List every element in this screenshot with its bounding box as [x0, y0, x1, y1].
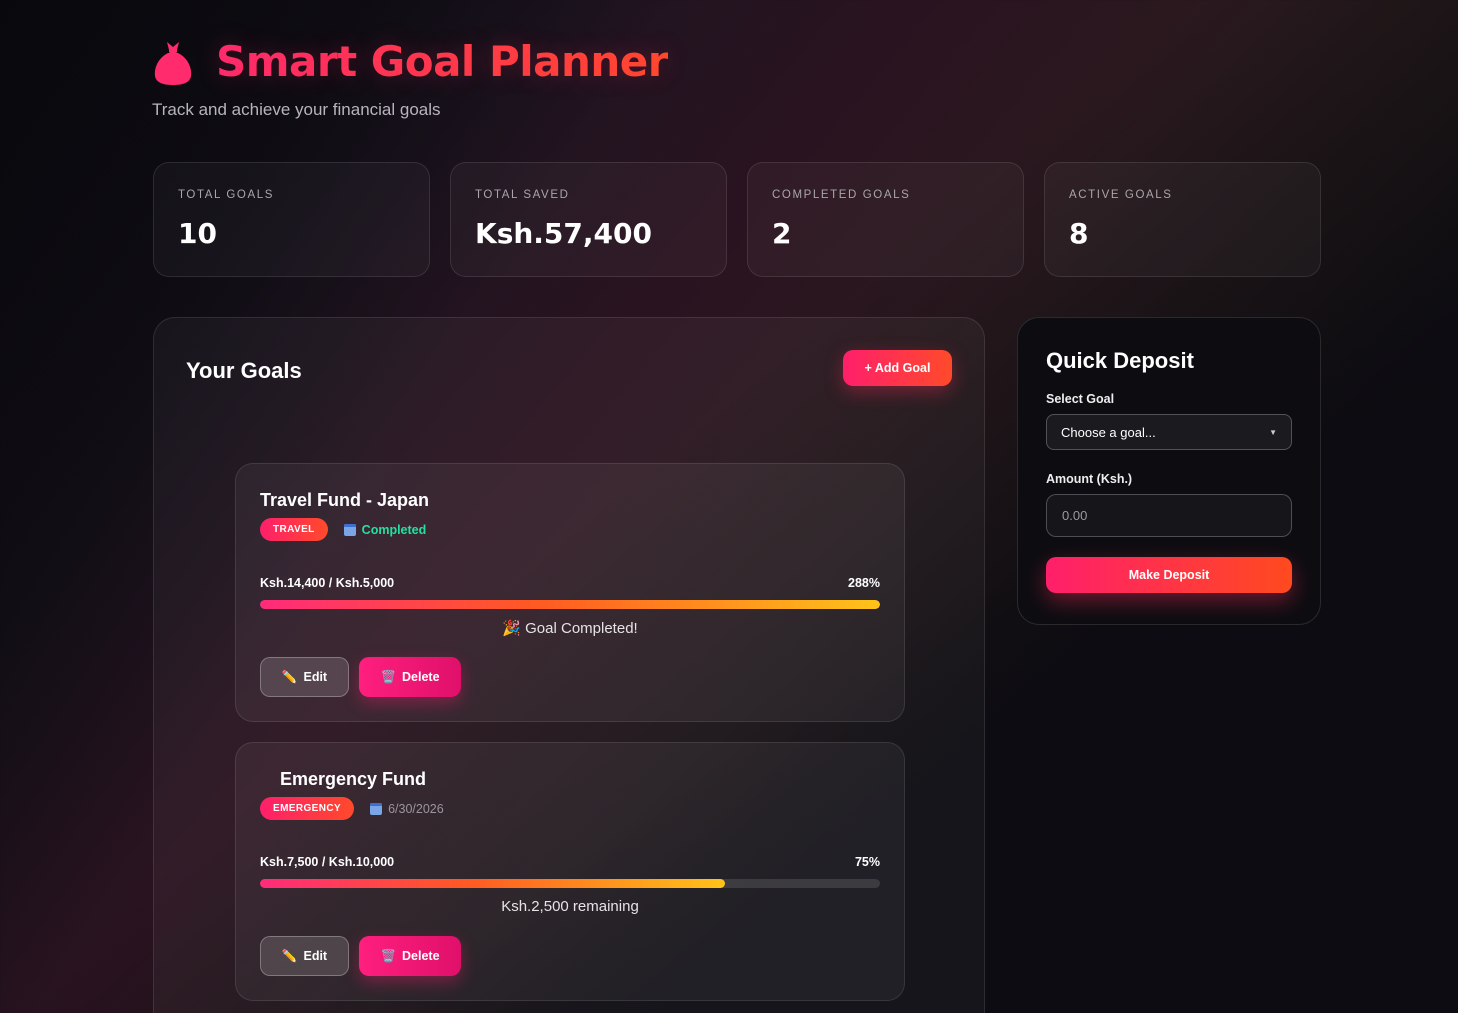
goals-title: Your Goals	[186, 358, 302, 383]
delete-label: Delete	[402, 670, 440, 684]
stat-label: ACTIVE GOALS	[1069, 189, 1173, 201]
goal-amount-row: Ksh.14,400 / Ksh.5,000 288%	[260, 576, 880, 590]
goal-amount-row: Ksh.7,500 / Ksh.10,000 75%	[260, 855, 880, 869]
amount-label: Amount (Ksh.)	[1046, 472, 1133, 486]
progress-fill	[260, 600, 880, 609]
stat-label: TOTAL GOALS	[178, 189, 274, 201]
goal-percent: 288%	[848, 576, 880, 590]
goal-card: Emergency Fund EMERGENCY 6/30/2026 Ksh.7…	[235, 742, 905, 1001]
add-goal-button[interactable]: + Add Goal	[843, 350, 952, 386]
edit-label: Edit	[303, 949, 328, 963]
edit-button[interactable]: ✏️ Edit	[260, 936, 349, 976]
stat-value: 2	[772, 217, 792, 250]
goal-meta: EMERGENCY 6/30/2026	[260, 797, 444, 820]
goal-meta: TRAVEL Completed	[260, 518, 426, 541]
quick-deposit-panel: Quick Deposit Select Goal Choose a goal.…	[1017, 317, 1321, 625]
stat-value: Ksh.57,400	[475, 217, 652, 250]
stat-label: TOTAL SAVED	[475, 189, 570, 201]
trash-icon: 🗑️	[380, 948, 397, 963]
pencil-icon: ✏️	[281, 948, 298, 963]
goal-status: 🎉 Goal Completed!	[502, 620, 638, 637]
goal-status: Ksh.2,500 remaining	[501, 898, 639, 915]
page-title: Smart Goal Planner	[216, 36, 668, 86]
deposit-title: Quick Deposit	[1046, 348, 1194, 373]
calendar-icon	[370, 802, 383, 815]
goal-date: 6/30/2026	[370, 802, 444, 816]
chevron-down-icon: ▼	[1269, 427, 1277, 437]
category-badge: EMERGENCY	[260, 797, 355, 820]
delete-button[interactable]: 🗑️ Delete	[359, 657, 461, 697]
edit-label: Edit	[303, 670, 328, 684]
trash-icon: 🗑️	[380, 669, 397, 684]
goal-date: Completed	[343, 522, 427, 537]
goal-date-text: 6/30/2026	[388, 801, 444, 816]
goals-panel: Your Goals + Add Goal Travel Fund - Japa…	[153, 317, 985, 1013]
stat-value: 10	[178, 217, 217, 250]
progress-fill	[260, 879, 725, 888]
select-goal-label: Select Goal	[1046, 392, 1115, 406]
goal-name: Emergency Fund	[280, 769, 427, 789]
goal-date-text: Completed	[361, 522, 427, 537]
goal-card: Travel Fund - Japan TRAVEL Completed Ksh…	[235, 463, 905, 722]
page-header: Smart Goal Planner Track and achieve you…	[152, 36, 668, 120]
stats-row: TOTAL GOALS 10 TOTAL SAVED Ksh.57,400 CO…	[153, 162, 1321, 277]
goal-name: Travel Fund - Japan	[260, 490, 430, 510]
make-deposit-button[interactable]: Make Deposit	[1046, 557, 1292, 593]
delete-button[interactable]: 🗑️ Delete	[359, 936, 461, 976]
delete-label: Delete	[402, 949, 440, 963]
progress-bar	[260, 600, 880, 609]
goal-amounts: Ksh.7,500 / Ksh.10,000	[260, 855, 395, 869]
stat-card-total-saved: TOTAL SAVED Ksh.57,400	[450, 162, 727, 277]
money-bag-icon	[152, 36, 194, 86]
category-badge: TRAVEL	[260, 518, 328, 541]
pencil-icon: ✏️	[281, 669, 298, 684]
goal-select-value: Choose a goal...	[1061, 424, 1156, 440]
stat-label: COMPLETED GOALS	[772, 189, 911, 201]
edit-button[interactable]: ✏️ Edit	[260, 657, 349, 697]
stat-value: 8	[1069, 217, 1089, 250]
stat-card-active-goals: ACTIVE GOALS 8	[1044, 162, 1321, 277]
stat-card-completed-goals: COMPLETED GOALS 2	[747, 162, 1024, 277]
progress-bar	[260, 879, 880, 888]
goal-amounts: Ksh.14,400 / Ksh.5,000	[260, 576, 395, 590]
calendar-icon	[343, 523, 356, 536]
stat-card-total-goals: TOTAL GOALS 10	[153, 162, 430, 277]
goal-percent: 75%	[854, 855, 880, 869]
goal-select[interactable]: Choose a goal... ▼	[1046, 414, 1292, 450]
page-subtitle: Track and achieve your financial goals	[152, 100, 441, 119]
amount-input[interactable]	[1046, 494, 1292, 537]
